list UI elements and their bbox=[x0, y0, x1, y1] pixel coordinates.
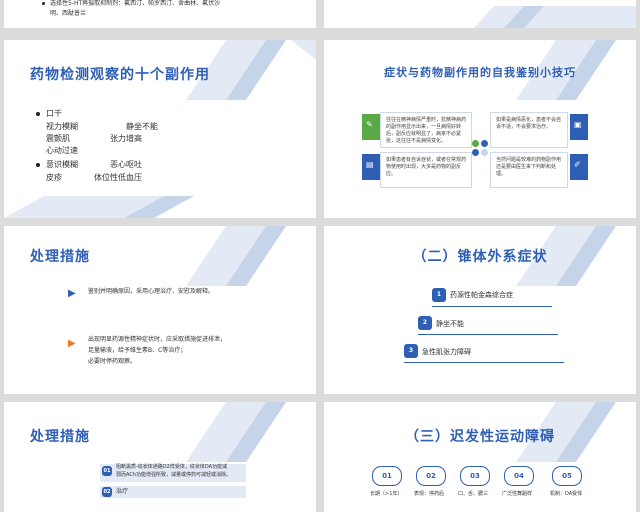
arrow-icon: ▶ bbox=[68, 338, 76, 349]
center-node-cluster bbox=[472, 140, 490, 156]
slide-3[interactable]: 药物检测观察的十个副作用 口干 视力模糊 静坐不能 震颤肌 张力增高 心动过速 … bbox=[4, 40, 316, 218]
group2-label: 意识模糊 bbox=[46, 160, 78, 169]
step-caption: 广泛性舞蹈样 bbox=[502, 491, 533, 497]
step-caption: 表现：停药后 bbox=[414, 491, 445, 497]
slide-2[interactable] bbox=[324, 0, 636, 28]
measure-line-1: 鉴别并明确原因，采用心理治疗、安慰及解释。 bbox=[88, 288, 215, 295]
item-number-badge: 2 bbox=[418, 316, 432, 330]
leaf-icon: ✎ bbox=[366, 120, 373, 129]
slide-6[interactable]: （二）锥体外系症状 1 药源性帕金森综合症 2 静坐不能 3 急性肌张力障碍 bbox=[324, 226, 636, 394]
document-icon: ▤ bbox=[366, 160, 374, 169]
measure-line-4: 必要时停药观察。 bbox=[88, 358, 137, 365]
measure-text-line1: 阻断黑质-纹状体通路D2样受体，纹状体DA功能减 bbox=[116, 464, 228, 470]
slide6-title: （二）锥体外系症状 bbox=[412, 249, 548, 265]
slide3-title: 药物检测观察的十个副作用 bbox=[30, 67, 210, 83]
divider-line bbox=[418, 334, 558, 335]
side-effect-item: 震颤肌 bbox=[46, 134, 70, 143]
corner-stripe-decoration bbox=[186, 402, 286, 462]
slide-5[interactable]: 处理措施 ▶ 鉴别并明确原因，采用心理治疗、安慰及解释。 ▶ 出现明显药源性精神… bbox=[4, 226, 316, 394]
slide8-title: （三）迟发性运动障碍 bbox=[405, 429, 555, 445]
pen-icon: ✐ bbox=[574, 160, 581, 169]
side-effect-item: 视力模糊 bbox=[46, 122, 78, 131]
slide4-title: 症状与药物副作用的自我鉴别小技巧 bbox=[384, 66, 576, 79]
bullet-dot bbox=[42, 2, 45, 5]
slide-7[interactable]: 处理措施 01 阻断黑质-纹状体通路D2样受体，纹状体DA功能减 弱而ACh功能… bbox=[4, 402, 316, 512]
side-effect-item: 恶心呕吐 bbox=[110, 160, 142, 169]
slide1-text-line2: 明、西酞普兰 bbox=[50, 10, 87, 17]
tip-card-top-left: 往往在精神病情严重时，抗精神病药的副作用显示出来，一旦病情好转后，副反应就明显了… bbox=[380, 112, 472, 148]
group1-label: 口干 bbox=[46, 109, 62, 118]
slide-4[interactable]: 症状与药物副作用的自我鉴别小技巧 ✎ 往往在精神病情严重时，抗精神病药的副作用显… bbox=[324, 40, 636, 218]
tip-card-top-right: 如果是病情恶化，患者不会自诉不适，不会要求治疗。 bbox=[490, 112, 568, 148]
slide7-title: 处理措施 bbox=[30, 429, 90, 445]
measure-line-3: 足量输液，给予维生素B、C等治疗； bbox=[88, 347, 187, 354]
item-number-badge: 3 bbox=[404, 344, 418, 358]
measure-text-line2: 弱而ACh功能增强所致，减量或停药可减轻或消除。 bbox=[116, 472, 231, 478]
slide-1[interactable]: 选择性5-HT再摄取抑制剂：氟西汀、帕罗西汀、舍曲林、氟伏沙 明、西酞普兰 bbox=[4, 0, 316, 28]
item-number-badge: 1 bbox=[432, 288, 446, 302]
tip-text: 当然问题是较难的药物副作用还是要由医生来下判断和处理。 bbox=[496, 157, 562, 177]
tip-text: 如果患者有自诉症状，或者在常规药物使用时出现，大多是药物的副反应。 bbox=[386, 157, 467, 177]
side-effect-item: 体位性低血压 bbox=[94, 173, 142, 182]
measure-text-treatment: 治疗 bbox=[116, 488, 129, 495]
slide-8[interactable]: （三）迟发性运动障碍 01 长期（>1年） 02 表现：停药后 03 口、舌、腮… bbox=[324, 402, 636, 512]
tip-text: 如果是病情恶化，患者不会自诉不适，不会要求治疗。 bbox=[496, 117, 562, 130]
side-effect-item: 张力增高 bbox=[110, 134, 142, 143]
clipboard-icon: ▣ bbox=[574, 120, 582, 129]
step-number: 05 bbox=[552, 466, 582, 486]
divider-line bbox=[432, 306, 552, 307]
tip-text: 往往在精神病情严重时，抗精神病药的副作用显示出来，一旦病情好转后，副反应就明显了… bbox=[386, 117, 467, 144]
tip-card-bottom-right: 当然问题是较难的药物副作用还是要由医生来下判断和处理。 bbox=[490, 152, 568, 188]
step-number: 01 bbox=[372, 466, 402, 486]
corner-stripe-decoration bbox=[186, 226, 286, 286]
item-number-badge: 01 bbox=[102, 466, 112, 476]
bottom-stripe-decoration bbox=[474, 6, 636, 28]
step-caption: 长期（>1年） bbox=[370, 491, 403, 497]
side-effect-item: 静坐不能 bbox=[126, 122, 158, 131]
step-number: 02 bbox=[416, 466, 446, 486]
bullet-dot bbox=[36, 163, 40, 167]
step-caption: 口、舌、腮三 bbox=[458, 491, 489, 497]
divider-line bbox=[404, 362, 564, 363]
symptom-item: 静坐不能 bbox=[436, 320, 464, 328]
side-effect-item: 皮疹 bbox=[46, 173, 62, 182]
bottom-stripe-decoration bbox=[4, 196, 194, 218]
bullet-dot bbox=[36, 112, 40, 116]
measure-line-2: 出现明显药源性精神症状时，应采取措施促进排泄， bbox=[88, 336, 227, 343]
side-effect-item: 心动过速 bbox=[46, 146, 78, 155]
symptom-item: 急性肌张力障碍 bbox=[422, 348, 471, 356]
step-caption: 机制：DA受体 bbox=[550, 491, 583, 497]
tip-card-bottom-left: 如果患者有自诉症状，或者在常规药物使用时出现，大多是药物的副反应。 bbox=[380, 152, 472, 188]
arrow-icon: ▶ bbox=[68, 288, 76, 299]
step-number: 03 bbox=[460, 466, 490, 486]
item-number-badge: 02 bbox=[102, 487, 112, 497]
step-number: 04 bbox=[504, 466, 534, 486]
slide1-text-line1: 选择性5-HT再摄取抑制剂：氟西汀、帕罗西汀、舍曲林、氟伏沙 bbox=[50, 0, 221, 7]
symptom-item: 药源性帕金森综合症 bbox=[450, 291, 513, 299]
slide5-title: 处理措施 bbox=[30, 249, 90, 265]
